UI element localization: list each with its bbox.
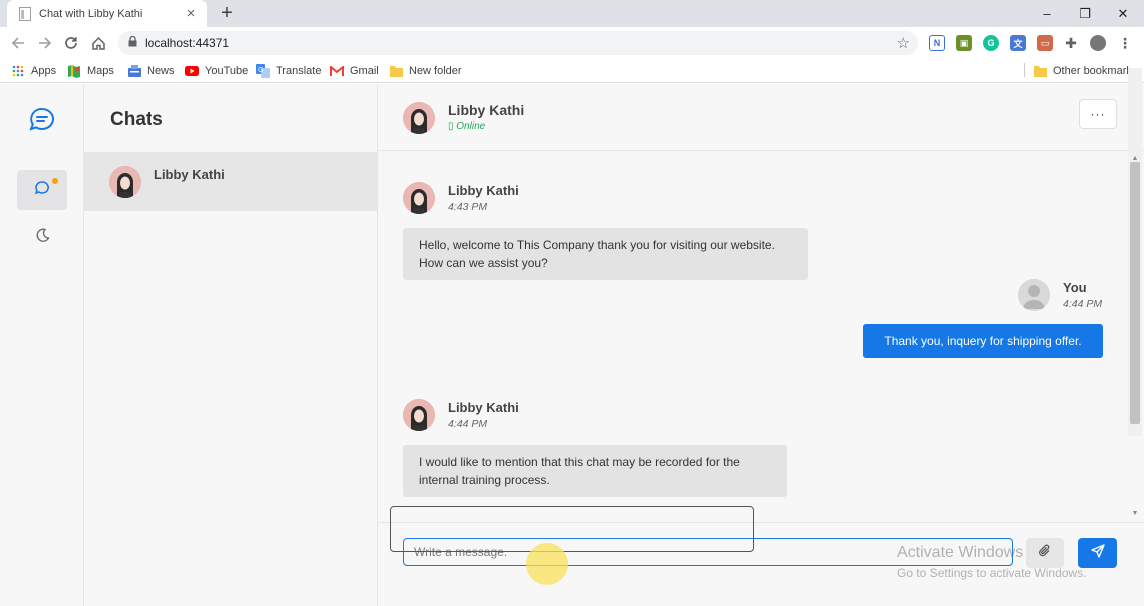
chat-contact-name: Libby Kathi bbox=[154, 167, 225, 182]
browser-toolbar: localhost:44371 ☆ N ▣ G 文 ▭ ✚ ⋮ bbox=[0, 27, 1144, 58]
conversation-header: Libby Kathi ▯ Online ··· bbox=[378, 84, 1144, 151]
online-status: ▯ Online bbox=[448, 121, 486, 132]
extension-n-icon[interactable]: N bbox=[929, 35, 945, 51]
translate-extension-icon[interactable]: 文 bbox=[1010, 35, 1026, 51]
moon-icon bbox=[35, 228, 50, 248]
gmail-icon bbox=[330, 64, 344, 78]
message-bubble: Thank you, inquery for shipping offer. bbox=[863, 324, 1103, 358]
activation-watermark-title: Activate Windows bbox=[897, 544, 1024, 561]
extension-green-icon[interactable]: ▣ bbox=[956, 35, 972, 51]
forward-icon[interactable] bbox=[34, 32, 56, 54]
svg-text:G: G bbox=[258, 66, 263, 74]
bookmark-label: News bbox=[147, 65, 175, 77]
bookmark-apps[interactable]: Apps bbox=[11, 63, 56, 79]
bookmark-label: New folder bbox=[409, 65, 462, 77]
url-text: localhost:44371 bbox=[145, 36, 230, 50]
avatar bbox=[403, 182, 435, 214]
message-thread: Libby Kathi 4:43 PM Hello, welcome to Th… bbox=[378, 151, 1144, 522]
message-time: 4:43 PM bbox=[448, 201, 488, 213]
news-icon bbox=[127, 64, 141, 78]
bookmark-news[interactable]: News bbox=[127, 63, 175, 79]
send-button[interactable] bbox=[1078, 538, 1117, 568]
message-bubble: Hello, welcome to This Company thank you… bbox=[403, 228, 808, 280]
nav-chats-button[interactable] bbox=[17, 170, 67, 210]
cursor-highlight bbox=[526, 543, 568, 585]
theme-toggle-button[interactable] bbox=[17, 218, 67, 258]
bookmarks-bar: Apps Maps News YouTube G Translate Gmail bbox=[0, 58, 1144, 83]
lock-icon bbox=[128, 34, 137, 52]
activation-watermark-text: Go to Settings to activate Windows. bbox=[897, 566, 1087, 580]
browser-menu-icon[interactable]: ⋮ bbox=[1117, 35, 1133, 51]
chat-list-item[interactable]: Libby Kathi bbox=[84, 152, 377, 211]
bookmark-other[interactable]: Other bookmarks bbox=[1033, 63, 1137, 79]
bookmarks-divider bbox=[1024, 63, 1025, 77]
chats-title: Chats bbox=[110, 109, 163, 130]
message-time: 4:44 PM bbox=[448, 418, 488, 430]
avatar bbox=[403, 399, 435, 431]
chat-list-panel: Chats Libby Kathi bbox=[84, 84, 378, 606]
screen-extension-icon[interactable]: ▭ bbox=[1037, 35, 1053, 51]
profile-avatar-icon[interactable] bbox=[1090, 35, 1106, 51]
scrollbar-thumb[interactable] bbox=[1130, 162, 1140, 424]
browser-tabstrip: Chat with Libby Kathi × + – ❐ ✕ bbox=[0, 0, 1144, 27]
home-icon[interactable] bbox=[87, 32, 109, 54]
message-sender: You bbox=[1063, 280, 1087, 295]
bookmark-maps[interactable]: Maps bbox=[67, 63, 114, 79]
paperclip-icon bbox=[1038, 544, 1052, 563]
youtube-icon bbox=[185, 64, 199, 78]
message-sender: Libby Kathi bbox=[448, 400, 519, 415]
nav-rail bbox=[0, 84, 84, 606]
bookmark-translate[interactable]: G Translate bbox=[256, 63, 321, 79]
bookmark-label: Gmail bbox=[350, 65, 379, 77]
avatar bbox=[109, 166, 141, 198]
bookmark-star-icon[interactable]: ☆ bbox=[897, 34, 910, 52]
address-bar[interactable]: localhost:44371 ☆ bbox=[118, 31, 918, 55]
browser-tab[interactable]: Chat with Libby Kathi × bbox=[7, 0, 207, 27]
send-icon bbox=[1090, 543, 1105, 563]
notification-dot bbox=[52, 178, 58, 184]
tab-title: Chat with Libby Kathi bbox=[39, 7, 143, 20]
contact-name: Libby Kathi bbox=[448, 102, 525, 118]
avatar bbox=[403, 102, 435, 134]
translate-icon: G bbox=[256, 64, 270, 78]
message-sender: Libby Kathi bbox=[448, 183, 519, 198]
bookmark-label: YouTube bbox=[205, 65, 249, 77]
apps-grid-icon bbox=[11, 64, 25, 78]
more-options-button[interactable]: ··· bbox=[1079, 99, 1117, 129]
attach-button[interactable] bbox=[1026, 538, 1064, 568]
bookmark-label: Translate bbox=[276, 65, 322, 77]
bookmark-label: Apps bbox=[31, 65, 57, 77]
tab-close-icon[interactable]: × bbox=[183, 5, 199, 22]
extensions-puzzle-icon[interactable]: ✚ bbox=[1063, 35, 1079, 51]
back-icon[interactable] bbox=[7, 32, 29, 54]
bookmark-youtube[interactable]: YouTube bbox=[185, 63, 248, 79]
message-bubble: I would like to mention that this chat m… bbox=[403, 445, 787, 497]
close-window-button[interactable]: ✕ bbox=[1104, 0, 1142, 27]
chat-logo-icon[interactable] bbox=[28, 106, 56, 134]
new-tab-button[interactable]: + bbox=[216, 2, 238, 24]
folder-icon bbox=[389, 64, 403, 78]
bookmark-gmail[interactable]: Gmail bbox=[330, 63, 379, 79]
avatar bbox=[1018, 279, 1050, 311]
page-icon bbox=[17, 6, 33, 22]
grammarly-icon[interactable]: G bbox=[983, 35, 999, 51]
bookmark-new-folder[interactable]: New folder bbox=[389, 63, 462, 79]
reload-icon[interactable] bbox=[60, 32, 82, 54]
folder-icon bbox=[1033, 64, 1047, 78]
minimize-button[interactable]: – bbox=[1028, 0, 1066, 27]
scroll-down-icon[interactable]: ▼ bbox=[1129, 509, 1141, 519]
bookmark-label: Maps bbox=[87, 65, 114, 77]
scroll-up-icon[interactable]: ▲ bbox=[1129, 154, 1141, 164]
maps-icon bbox=[67, 64, 81, 78]
restore-button[interactable]: ❐ bbox=[1066, 0, 1104, 27]
message-icon bbox=[34, 180, 50, 201]
bookmark-label: Other bookmarks bbox=[1053, 65, 1138, 77]
floating-overlay-box bbox=[390, 506, 754, 552]
message-time: 4:44 PM bbox=[1063, 298, 1103, 310]
